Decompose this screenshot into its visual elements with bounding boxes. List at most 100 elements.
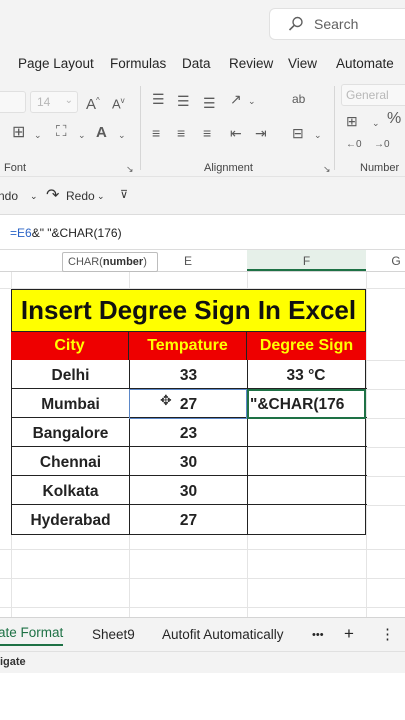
cell-degree[interactable] bbox=[248, 447, 364, 476]
customize-toolbar-icon[interactable]: ⊽ bbox=[120, 188, 128, 201]
table-row: Delhi 33 33 °C bbox=[12, 360, 367, 389]
cell-city[interactable]: Kolkata bbox=[12, 476, 130, 505]
font-name-box[interactable] bbox=[0, 91, 26, 113]
status-text: igate bbox=[0, 656, 26, 668]
chevron-down-icon[interactable]: ⌄ bbox=[314, 128, 322, 142]
grid-line bbox=[0, 578, 405, 579]
table-frame: Delhi 33 33 °C Mumbai 27 "&CHAR(176 Bang… bbox=[11, 360, 367, 535]
cell-temperature[interactable]: 27 bbox=[130, 505, 248, 534]
chevron-down-icon: ⌄ bbox=[64, 95, 73, 106]
quick-access-toolbar: ndo ⌄ ↷ Redo ⌄ ⊽ bbox=[0, 176, 405, 214]
tab-review[interactable]: Review bbox=[229, 56, 273, 71]
group-label-font: Font bbox=[4, 162, 27, 174]
undo-button[interactable]: ndo bbox=[0, 189, 18, 203]
sheet-tabs-bar: ate Format Sheet9 Autofit Automatically … bbox=[0, 617, 405, 651]
align-center-icon[interactable]: ≡ bbox=[177, 126, 185, 140]
merge-center-icon[interactable]: ⊟ bbox=[292, 126, 304, 140]
font-color-icon[interactable]: A bbox=[96, 125, 107, 140]
grid-line bbox=[366, 476, 405, 477]
align-right-icon[interactable]: ≡ bbox=[203, 126, 211, 140]
cell-degree[interactable] bbox=[248, 418, 364, 447]
group-label-alignment: Alignment bbox=[204, 162, 253, 174]
search-box[interactable]: Search bbox=[269, 8, 405, 40]
align-top-icon[interactable]: ☰ bbox=[152, 92, 165, 106]
table-row: Hyderabad 27 bbox=[12, 505, 367, 534]
formula-bar[interactable]: =E6&" "&CHAR(176) bbox=[0, 214, 405, 250]
cell-city[interactable]: Delhi bbox=[12, 360, 130, 389]
wrap-text-icon[interactable]: ab bbox=[292, 92, 305, 106]
cell-temperature[interactable]: 30 bbox=[130, 476, 248, 505]
chevron-down-icon[interactable]: ⌄ bbox=[30, 191, 38, 202]
sheet-tab-autofit[interactable]: Autofit Automatically bbox=[162, 627, 284, 642]
cursor-icon: ✥ bbox=[160, 392, 172, 408]
tab-formulas[interactable]: Formulas bbox=[110, 56, 166, 71]
more-sheets-icon[interactable]: ••• bbox=[312, 629, 324, 641]
cell-degree[interactable] bbox=[248, 476, 364, 505]
tab-view[interactable]: View bbox=[288, 56, 317, 71]
grid-line bbox=[366, 447, 405, 448]
increase-font-icon[interactable]: A^ bbox=[86, 94, 100, 112]
chevron-down-icon[interactable]: ⌄ bbox=[118, 128, 126, 142]
cell-temperature[interactable]: 33 bbox=[130, 360, 248, 389]
search-placeholder: Search bbox=[314, 16, 359, 32]
sheet-tab-sheet9[interactable]: Sheet9 bbox=[92, 627, 135, 642]
decrease-decimal-icon[interactable]: →0 bbox=[374, 138, 390, 152]
orientation-icon[interactable]: ↗ bbox=[230, 92, 242, 106]
tab-data[interactable]: Data bbox=[182, 56, 211, 71]
font-size-value: 14 bbox=[37, 95, 51, 109]
cell-city[interactable]: Bangalore bbox=[12, 418, 130, 447]
tab-page-layout[interactable]: Page Layout bbox=[18, 56, 94, 71]
borders-icon[interactable]: ⊞ bbox=[12, 125, 25, 141]
dialog-launcher-icon[interactable]: ↘ bbox=[126, 162, 134, 176]
sheet-menu-icon[interactable]: ⋮ bbox=[380, 625, 395, 643]
chevron-down-icon[interactable]: ⌄ bbox=[97, 191, 105, 202]
align-middle-icon[interactable]: ☰ bbox=[177, 94, 190, 108]
align-left-icon[interactable]: ≡ bbox=[152, 126, 160, 140]
tab-automate[interactable]: Automate bbox=[336, 56, 394, 71]
decrease-font-icon[interactable]: Av bbox=[112, 94, 125, 111]
tooltip-function: CHAR( bbox=[68, 256, 103, 268]
add-sheet-icon[interactable]: + bbox=[344, 624, 354, 644]
tooltip-close: ) bbox=[143, 256, 147, 268]
grid-line bbox=[0, 549, 405, 550]
group-label-number: Number bbox=[360, 162, 400, 174]
formula-text[interactable]: =E6&" "&CHAR(176) bbox=[10, 226, 122, 240]
table-title: Insert Degree Sign In Excel bbox=[11, 289, 366, 332]
decrease-indent-icon[interactable]: ⇤ bbox=[230, 126, 242, 140]
column-header-f[interactable]: F bbox=[247, 254, 366, 268]
cell-city[interactable]: Mumbai bbox=[12, 389, 130, 418]
search-icon bbox=[288, 16, 303, 31]
sheet-tab-active[interactable]: ate Format bbox=[0, 625, 64, 646]
fill-color-icon[interactable]: ⛶ bbox=[56, 124, 67, 139]
tooltip-argument: number bbox=[102, 256, 144, 268]
table-row: Bangalore 23 bbox=[12, 418, 367, 447]
cell-degree[interactable]: 33 °C bbox=[248, 360, 364, 389]
font-size-box[interactable]: 14 ⌄ bbox=[30, 91, 78, 113]
increase-decimal-icon[interactable]: ←0 bbox=[346, 138, 362, 152]
increase-indent-icon[interactable]: ⇥ bbox=[255, 126, 267, 140]
chevron-down-icon[interactable]: ⌄ bbox=[78, 128, 86, 142]
number-format-box[interactable]: General bbox=[341, 84, 405, 106]
redo-button[interactable]: Redo bbox=[66, 189, 95, 203]
column-header-g[interactable]: G bbox=[366, 254, 405, 268]
cell-temperature[interactable]: 30 bbox=[130, 447, 248, 476]
cell-degree[interactable] bbox=[248, 505, 364, 534]
dialog-launcher-icon[interactable]: ↘ bbox=[323, 162, 331, 176]
align-bottom-icon[interactable]: ☰ bbox=[203, 96, 216, 110]
ribbon-tabs: Page Layout Formulas Data Review View Au… bbox=[0, 46, 405, 80]
percent-icon[interactable]: % bbox=[387, 111, 401, 127]
chevron-down-icon[interactable]: ⌄ bbox=[34, 128, 42, 142]
column-headers: E F G bbox=[0, 250, 405, 272]
cell-city[interactable]: Chennai bbox=[12, 447, 130, 476]
chevron-down-icon[interactable]: ⌄ bbox=[372, 116, 380, 130]
function-tooltip: CHAR(number) bbox=[62, 252, 158, 272]
grid-line bbox=[366, 389, 405, 390]
active-cell-highlight bbox=[247, 389, 366, 419]
cell-temperature[interactable]: 23 bbox=[130, 418, 248, 447]
grid-line bbox=[366, 418, 405, 419]
currency-icon[interactable]: ⊞ bbox=[346, 114, 358, 128]
formula-remainder: &" "&CHAR(176) bbox=[31, 226, 122, 240]
grid-line bbox=[366, 505, 405, 506]
chevron-down-icon[interactable]: ⌄ bbox=[248, 94, 256, 108]
cell-city[interactable]: Hyderabad bbox=[12, 505, 130, 534]
